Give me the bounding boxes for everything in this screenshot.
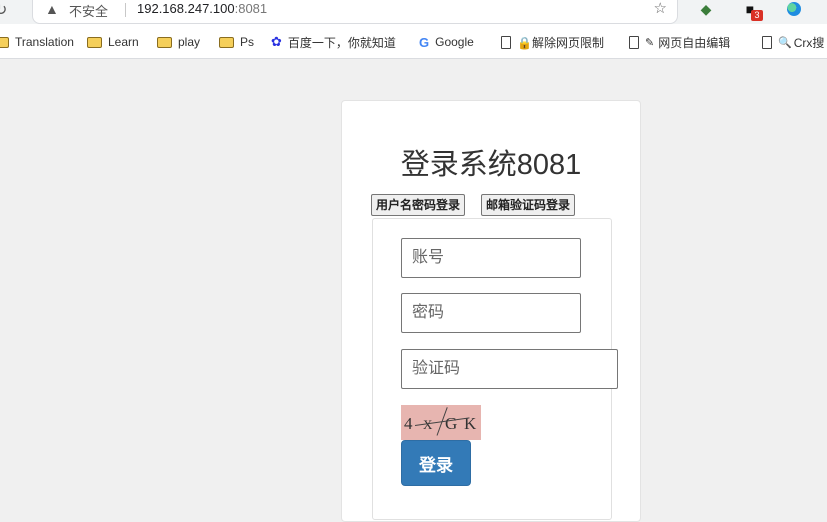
account-input[interactable] [401,238,581,278]
bookmark-ps[interactable]: Ps [219,33,254,51]
magnifier-icon: 🔍 [778,36,792,49]
bookmark-play[interactable]: play [157,33,200,51]
warning-icon[interactable]: ▲ [45,1,59,17]
page-icon [629,35,639,49]
bookmark-translation[interactable]: Translation [0,33,74,51]
captcha-char: 4 [404,414,413,433]
extension-badge: 3 [751,10,763,21]
login-button[interactable]: 登录 [401,440,471,486]
captcha-char: G [445,414,458,433]
baidu-paw-icon: ✿ [271,34,282,49]
edge-extension-icon[interactable] [785,0,803,18]
google-icon: G [419,34,430,50]
tab-email-login[interactable]: 邮箱验证码登录 [481,194,576,216]
password-input[interactable] [401,293,581,333]
bookmark-baidu[interactable]: ✿ 百度一下，你就知道 [271,33,396,51]
address-separator [125,3,126,17]
bookmark-unlock-page[interactable]: 🔒解除网页限制 [501,33,604,51]
page-icon [762,35,772,49]
page-title: 登录系统8081 [400,149,582,181]
captcha-char: X [423,417,433,432]
pencil-icon: ✎ [645,36,655,49]
captcha-input[interactable] [401,349,618,389]
folder-icon [87,36,102,48]
folder-icon [219,36,234,48]
login-card: 登录系统8081 用户名密码登录 邮箱验证码登录 4 X G K 登录 [341,100,641,522]
url-text[interactable]: 192.168.247.100:8081 [137,1,267,16]
tab-password-login[interactable]: 用户名密码登录 [371,194,466,216]
security-label[interactable]: 不安全 [69,1,108,20]
bookmark-learn[interactable]: Learn [87,33,139,51]
bookmarks-bar: Translation Learn play Ps ✿ 百度一下，你就知道 G Go… [0,24,827,59]
captcha-image[interactable]: 4 X G K [401,405,481,440]
bookmark-crx[interactable]: 🔍 Crx搜 [762,33,824,51]
address-bar[interactable]: ▲ 不安全 192.168.247.100:8081 ☆ [32,0,678,24]
browser-toolbar: ↻ ▲ 不安全 192.168.247.100:8081 ☆ ◆ ■ 3 [0,0,827,24]
bookmark-google[interactable]: G Google [419,33,474,51]
page-icon [501,35,511,49]
bookmark-free-edit[interactable]: ✎ 网页自由编辑 [629,33,730,51]
reload-icon[interactable]: ↻ [0,0,7,20]
folder-icon [157,36,172,48]
extension-globe-icon[interactable]: ◆ [697,0,715,18]
folder-icon [0,36,9,48]
bookmark-star-icon[interactable]: ☆ [654,0,667,17]
